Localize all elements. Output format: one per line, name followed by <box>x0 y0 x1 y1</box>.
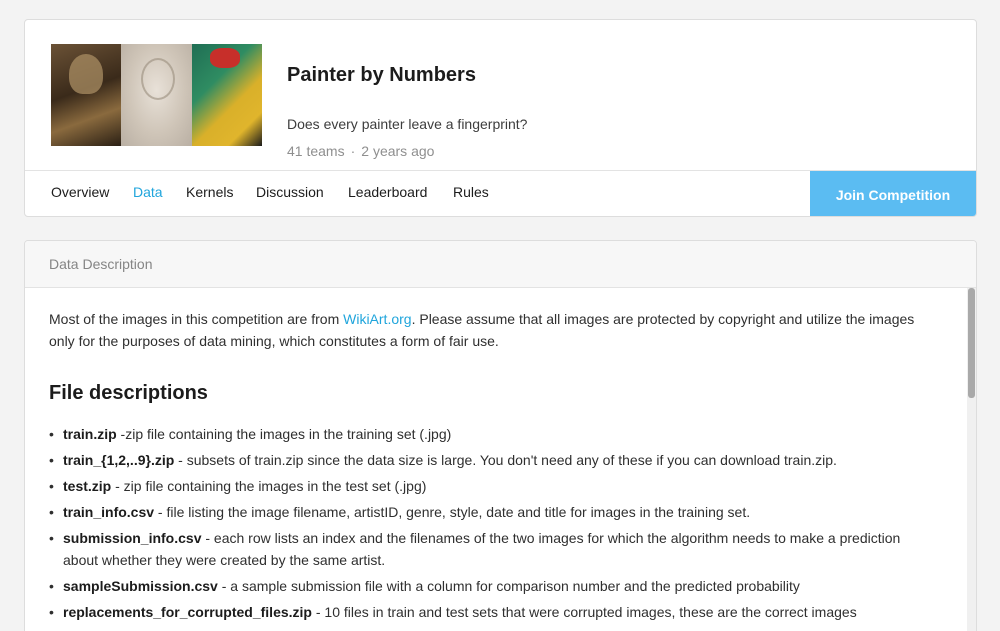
teams-count: 41 teams <box>287 143 345 159</box>
list-item: submission_info.csv - each row lists an … <box>49 527 932 571</box>
file-name: train.zip <box>63 426 117 442</box>
competition-meta: 41 teams · 2 years ago <box>287 143 434 159</box>
file-name: replacements_for_corrupted_files.zip <box>63 604 312 620</box>
painting-image <box>191 44 262 146</box>
list-item: test.zip - zip file containing the image… <box>49 475 932 497</box>
file-name: train_{1,2,..9}.zip <box>63 452 175 468</box>
competition-title: Painter by Numbers <box>287 64 476 86</box>
file-description: -zip file containing the images in the t… <box>116 426 452 442</box>
tab-leaderboard[interactable]: Leaderboard <box>348 171 427 216</box>
list-item: sampleSubmission.csv - a sample submissi… <box>49 575 932 597</box>
scrollbar[interactable] <box>967 288 976 631</box>
tab-data[interactable]: Data <box>133 171 163 216</box>
tab-rules[interactable]: Rules <box>453 171 489 216</box>
file-description: - zip file containing the images in the … <box>111 478 427 494</box>
file-description: - a sample submission file with a column… <box>217 578 800 594</box>
file-descriptions-heading: File descriptions <box>49 382 208 404</box>
data-description-header: Data Description <box>25 241 976 288</box>
wikiart-link[interactable]: WikiArt.org <box>343 311 411 327</box>
file-name: test.zip <box>63 478 112 494</box>
file-name: submission_info.csv <box>63 530 202 546</box>
competition-thumbnail <box>51 44 262 146</box>
competition-subtitle: Does every painter leave a fingerprint? <box>287 116 528 132</box>
tab-overview[interactable]: Overview <box>51 171 109 216</box>
meta-separator: · <box>350 143 356 159</box>
tab-bar: Overview Data Kernels Discussion Leaderb… <box>25 170 976 216</box>
competition-header-card: Painter by Numbers Does every painter le… <box>24 19 977 217</box>
competition-age: 2 years ago <box>361 143 435 159</box>
list-item: replacements_for_corrupted_files.zip - 1… <box>49 601 932 623</box>
tab-discussion[interactable]: Discussion <box>256 171 324 216</box>
file-description: - 10 files in train and test sets that w… <box>311 604 857 620</box>
list-item: train_{1,2,..9}.zip - subsets of train.z… <box>49 449 932 471</box>
join-competition-button[interactable]: Join Competition <box>810 171 976 216</box>
intro-text: Most of the images in this competition a… <box>49 311 344 327</box>
data-description-body: Most of the images in this competition a… <box>25 288 976 623</box>
painting-image <box>121 44 192 146</box>
painting-image <box>51 44 122 146</box>
list-item: train_info.csv - file listing the image … <box>49 501 932 523</box>
intro-paragraph: Most of the images in this competition a… <box>49 308 932 352</box>
file-name: sampleSubmission.csv <box>63 578 218 594</box>
list-item: train.zip -zip file containing the image… <box>49 423 932 445</box>
file-description: - subsets of train.zip since the data si… <box>174 452 837 468</box>
file-list: train.zip -zip file containing the image… <box>49 423 932 623</box>
scrollbar-thumb[interactable] <box>968 288 975 398</box>
tab-kernels[interactable]: Kernels <box>186 171 233 216</box>
file-name: train_info.csv <box>63 504 155 520</box>
data-description-card: Data Description Most of the images in t… <box>24 240 977 631</box>
file-description: - file listing the image filename, artis… <box>154 504 751 520</box>
